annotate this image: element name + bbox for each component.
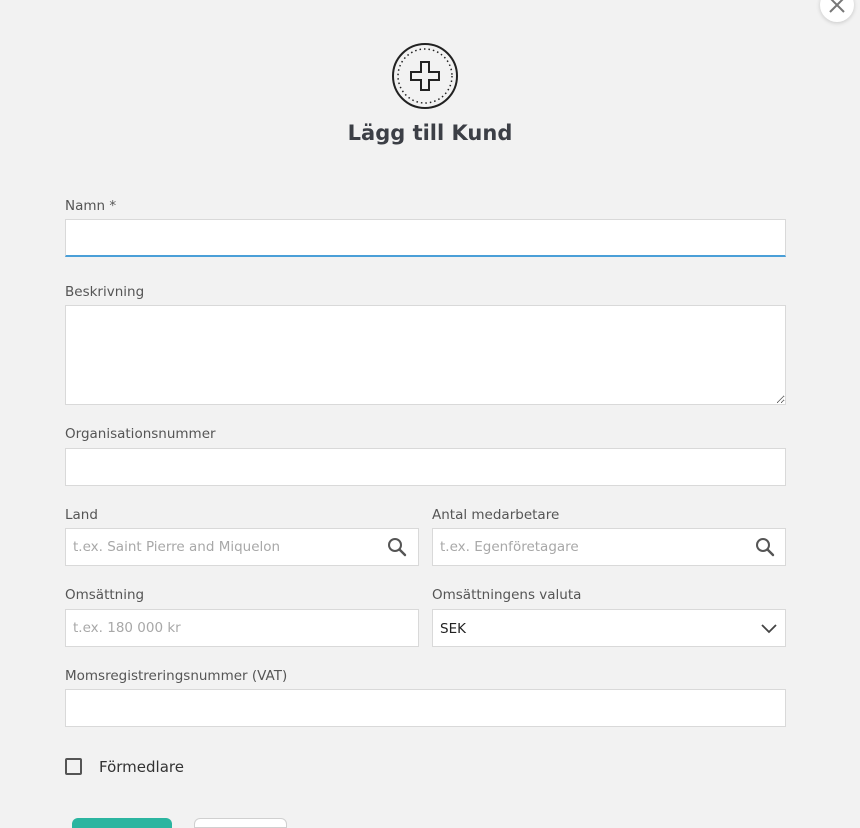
intermediary-checkbox[interactable] — [65, 758, 82, 775]
currency-select[interactable]: SEK — [432, 609, 786, 647]
employees-label: Antal medarbetare — [432, 507, 560, 523]
currency-label: Omsättningens valuta — [432, 587, 582, 603]
employees-input[interactable] — [432, 528, 786, 566]
org-number-label: Organisationsnummer — [65, 426, 216, 442]
name-input[interactable] — [65, 219, 786, 257]
chevron-down-icon — [759, 619, 779, 639]
search-icon[interactable] — [755, 537, 775, 557]
save-button[interactable] — [72, 818, 172, 828]
revenue-label: Omsättning — [65, 587, 145, 603]
modal-title: Lägg till Kund — [347, 121, 513, 145]
vat-input[interactable] — [65, 689, 786, 727]
close-icon — [829, 0, 845, 13]
search-icon[interactable] — [387, 537, 407, 557]
intermediary-label[interactable]: Förmedlare — [99, 758, 184, 776]
org-number-input[interactable] — [65, 448, 786, 486]
currency-value: SEK — [440, 621, 466, 637]
close-button[interactable] — [820, 0, 854, 22]
revenue-input[interactable] — [65, 609, 419, 647]
cancel-button[interactable] — [194, 818, 287, 828]
country-input[interactable] — [65, 528, 419, 566]
description-label: Beskrivning — [65, 284, 145, 300]
vat-label: Momsregistreringsnummer (VAT) — [65, 668, 288, 684]
description-textarea[interactable] — [65, 305, 786, 405]
name-label: Namn * — [65, 198, 117, 214]
country-label: Land — [65, 507, 98, 523]
plus-circle-icon — [392, 43, 458, 109]
